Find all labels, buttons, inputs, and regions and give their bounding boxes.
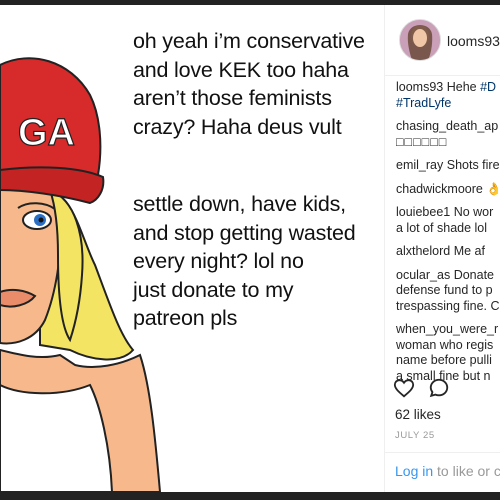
comment: emil_ray Shots fire (396, 158, 500, 174)
avatar[interactable] (399, 19, 441, 61)
comment-username[interactable]: when_you_were_r (396, 322, 498, 336)
meme-line: every night? lol no (133, 249, 304, 273)
meme-line: and stop getting wasted (133, 220, 356, 245)
comment-text: Hehe (446, 80, 477, 94)
like-count[interactable]: 62 likes (395, 407, 441, 422)
comment: louiebee1 No wor a lot of shade lol (396, 205, 500, 236)
comment-text: Shots fire (446, 158, 500, 172)
divider (385, 452, 500, 453)
comment-text: a lot of shade lol (396, 220, 488, 235)
comment-icon[interactable] (428, 377, 450, 399)
comment: alxthelord Me af (396, 244, 500, 260)
comment: when_you_were_r woman who regis name bef… (396, 322, 500, 384)
post-header: looms93 (385, 5, 500, 76)
comment-text: trespassing fine. C (396, 298, 500, 313)
heart-icon[interactable] (393, 377, 415, 399)
comment-username[interactable]: ocular_as (396, 268, 450, 282)
comment-text: Donate (453, 267, 494, 282)
login-prompt-text: to like or c (433, 463, 500, 479)
comment-username[interactable]: looms93 (396, 80, 443, 94)
hat-text: GA (18, 112, 75, 154)
hashtag-link[interactable]: #D (480, 80, 496, 94)
comment-text: 👌 (486, 182, 500, 196)
meme-text-top: oh yeah i’m conservative and love KEK to… (133, 27, 365, 141)
post-sidebar: looms93 looms93 Hehe #D #TradLyfe chasin… (384, 5, 500, 492)
comment-text: defense fund to p (396, 283, 493, 297)
comment: chadwickmoore 👌 (396, 182, 500, 198)
caption: looms93 Hehe #D #TradLyfe (396, 80, 500, 111)
meme-text-bottom: settle down, have kids, and stop getting… (133, 190, 356, 333)
meme-line: aren’t those feminists (133, 86, 332, 110)
hashtag-link[interactable]: #TradLyfe (396, 96, 451, 110)
comment: chasing_death_ap □□□□□□ (396, 119, 500, 150)
header-username[interactable]: looms93 (447, 33, 500, 49)
meme-line: patreon pls (133, 306, 238, 330)
comment-text: □□□□□□ (396, 134, 448, 149)
post-actions (393, 377, 459, 404)
comment-text: Me af (453, 244, 485, 258)
comment-username[interactable]: chadwickmoore (396, 182, 483, 196)
comment-username[interactable]: alxthelord (396, 244, 450, 258)
window-bottom-bar (0, 492, 500, 500)
comment-username[interactable]: emil_ray (396, 158, 443, 172)
instagram-post: GA oh yeah i’m conservative and love KEK… (0, 5, 500, 492)
post-date: JULY 25 (395, 430, 435, 441)
post-image[interactable]: GA oh yeah i’m conservative and love KEK… (0, 5, 384, 492)
login-prompt: Log in to like or c (395, 463, 500, 479)
comment-text: woman who regis (396, 337, 494, 352)
meme-line: and love KEK too haha (133, 57, 349, 82)
meme-line: oh yeah i’m conservative (133, 29, 365, 53)
comment-text: name before pulli (396, 353, 492, 367)
meme-line: crazy? Haha deus vult (133, 114, 342, 139)
avatar-image (400, 20, 440, 60)
comment-list: looms93 Hehe #D #TradLyfe chasing_death_… (396, 80, 500, 392)
comment: ocular_as Donate defense fund to p tresp… (396, 268, 500, 315)
meme-line: settle down, have kids, (133, 192, 346, 216)
meme-line: just donate to my (133, 277, 294, 302)
login-link[interactable]: Log in (395, 463, 433, 479)
comment-text: No wor (453, 205, 494, 219)
comment-username[interactable]: chasing_death_ap (396, 119, 498, 133)
comment-username[interactable]: louiebee1 (396, 205, 450, 219)
